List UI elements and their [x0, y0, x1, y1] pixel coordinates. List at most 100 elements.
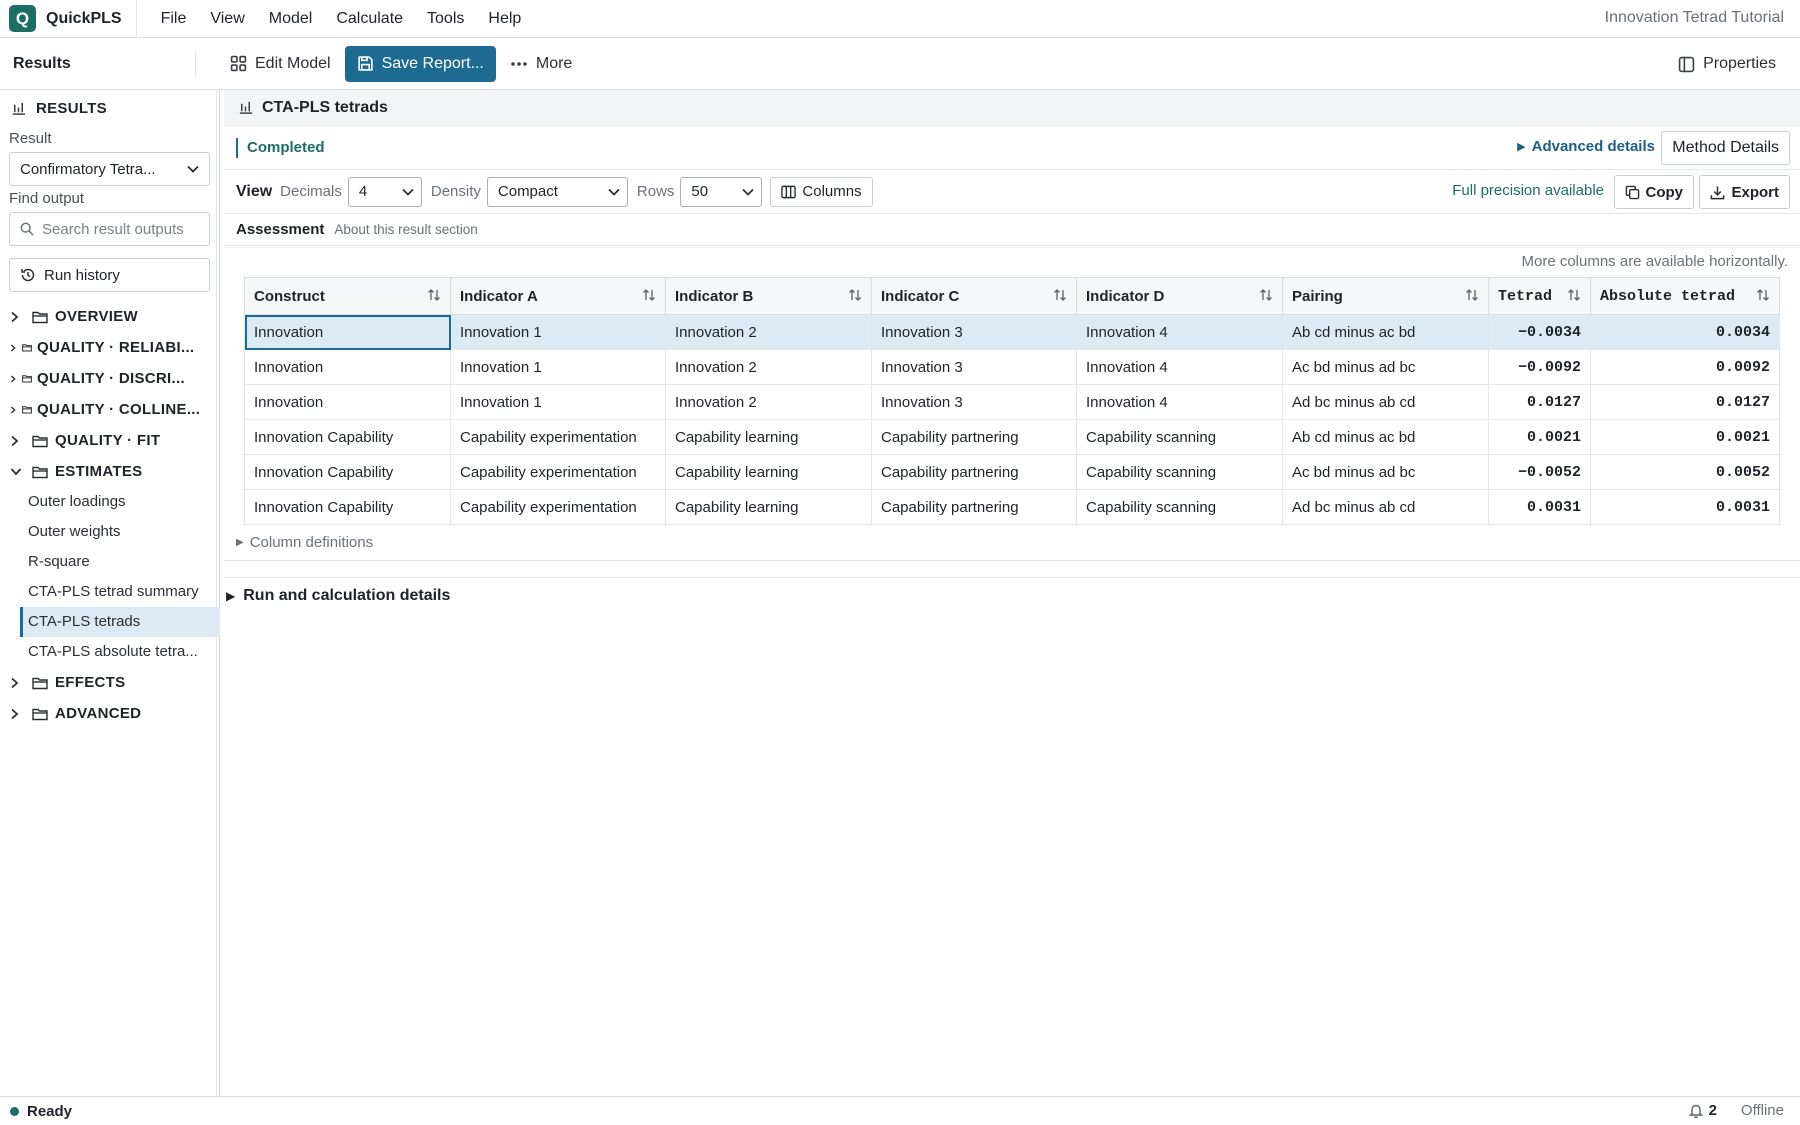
- table-row[interactable]: Innovation Capability Capability experim…: [244, 454, 1780, 490]
- columns-button[interactable]: Columns: [770, 176, 873, 207]
- table-cell[interactable]: Capability experimentation: [450, 489, 666, 525]
- table-cell[interactable]: Innovation Capability: [244, 419, 451, 455]
- tree-item-outer-loadings[interactable]: Outer loadings: [0, 487, 200, 517]
- tree-group-collinearity[interactable]: QUALITY · COLLINE...: [0, 394, 219, 425]
- properties-button[interactable]: Properties: [1668, 46, 1786, 82]
- menu-file[interactable]: File: [149, 10, 199, 28]
- assessment-about-link[interactable]: About this result section: [334, 222, 477, 237]
- table-cell[interactable]: 0.0031: [1590, 489, 1780, 525]
- table-cell[interactable]: Capability partnering: [871, 419, 1077, 455]
- table-cell[interactable]: Innovation 2: [665, 384, 872, 420]
- table-cell[interactable]: Capability partnering: [871, 489, 1077, 525]
- table-cell[interactable]: 0.0127: [1488, 384, 1591, 420]
- tree-group-fit[interactable]: QUALITY · FIT: [0, 425, 219, 456]
- table-cell[interactable]: Innovation 1: [450, 314, 666, 350]
- column-header-tetrad[interactable]: Tetrad: [1488, 277, 1591, 315]
- column-definitions-toggle[interactable]: ▶ Column definitions: [224, 525, 1800, 561]
- more-button[interactable]: More: [500, 46, 582, 82]
- tree-group-overview[interactable]: OVERVIEW: [0, 301, 219, 332]
- menu-model[interactable]: Model: [257, 10, 325, 28]
- table-cell[interactable]: Innovation 4: [1076, 384, 1283, 420]
- table-cell[interactable]: Capability scanning: [1076, 454, 1283, 490]
- table-cell[interactable]: 0.0021: [1488, 419, 1591, 455]
- tree-group-reliability[interactable]: QUALITY · RELIABI...: [0, 332, 219, 363]
- method-details-button[interactable]: Method Details: [1661, 131, 1790, 165]
- density-select[interactable]: Compact: [486, 176, 628, 207]
- table-cell[interactable]: Innovation Capability: [244, 489, 451, 525]
- table-cell[interactable]: Capability learning: [665, 489, 872, 525]
- table-cell[interactable]: Ab cd minus ac bd: [1282, 419, 1489, 455]
- tree-group-estimates[interactable]: ESTIMATES: [0, 456, 219, 487]
- tree-group-discriminant[interactable]: QUALITY · DISCRI...: [0, 363, 219, 394]
- column-header-indicator-b[interactable]: Indicator B: [665, 277, 872, 315]
- table-cell[interactable]: Innovation 3: [871, 314, 1077, 350]
- result-select[interactable]: Confirmatory Tetra...: [9, 152, 210, 186]
- edit-model-button[interactable]: Edit Model: [220, 46, 341, 82]
- tree-item-tetrad-summary[interactable]: CTA-PLS tetrad summary: [0, 577, 200, 607]
- tree-group-effects[interactable]: EFFECTS: [0, 667, 219, 698]
- table-cell[interactable]: 0.0092: [1590, 349, 1780, 385]
- tree-item-r-square[interactable]: R-square: [0, 547, 200, 577]
- table-cell[interactable]: 0.0127: [1590, 384, 1780, 420]
- table-cell[interactable]: Ad bc minus ab cd: [1282, 489, 1489, 525]
- table-cell[interactable]: Capability scanning: [1076, 419, 1283, 455]
- table-cell[interactable]: Ac bd minus ad bc: [1282, 454, 1489, 490]
- table-cell[interactable]: −0.0034: [1488, 314, 1591, 350]
- table-cell[interactable]: Innovation: [244, 314, 451, 350]
- advanced-details-toggle[interactable]: ▶ Advanced details: [1517, 138, 1655, 155]
- rows-select[interactable]: 50: [680, 176, 763, 207]
- table-cell[interactable]: Innovation 3: [871, 384, 1077, 420]
- search-outputs-input[interactable]: Search result outputs: [9, 212, 210, 246]
- table-cell[interactable]: Ac bd minus ad bc: [1282, 349, 1489, 385]
- table-cell[interactable]: Innovation: [244, 349, 451, 385]
- table-cell[interactable]: Innovation: [244, 384, 451, 420]
- table-cell[interactable]: −0.0092: [1488, 349, 1591, 385]
- table-cell[interactable]: Innovation 2: [665, 349, 872, 385]
- table-row[interactable]: Innovation Capability Capability experim…: [244, 489, 1780, 525]
- table-cell[interactable]: Capability experimentation: [450, 454, 666, 490]
- column-header-indicator-d[interactable]: Indicator D: [1076, 277, 1283, 315]
- table-cell[interactable]: Innovation Capability: [244, 454, 451, 490]
- export-button[interactable]: Export: [1699, 175, 1790, 209]
- run-details-toggle[interactable]: ▶ Run and calculation details: [224, 577, 1800, 613]
- column-header-indicator-a[interactable]: Indicator A: [450, 277, 666, 315]
- table-cell[interactable]: 0.0021: [1590, 419, 1780, 455]
- table-cell[interactable]: Capability partnering: [871, 454, 1077, 490]
- table-cell[interactable]: Innovation 1: [450, 349, 666, 385]
- decimals-select[interactable]: 4: [347, 176, 422, 207]
- column-header-indicator-c[interactable]: Indicator C: [871, 277, 1077, 315]
- table-cell[interactable]: Innovation 4: [1076, 349, 1283, 385]
- table-cell[interactable]: Innovation 1: [450, 384, 666, 420]
- run-history-button[interactable]: Run history: [9, 258, 210, 292]
- menu-calculate[interactable]: Calculate: [324, 10, 415, 28]
- table-row[interactable]: Innovation Capability Capability experim…: [244, 419, 1780, 455]
- tree-item-absolute-tetrads[interactable]: CTA-PLS absolute tetra...: [0, 637, 200, 667]
- table-row[interactable]: Innovation Innovation 1 Innovation 2 Inn…: [244, 384, 1780, 420]
- menu-view[interactable]: View: [198, 10, 256, 28]
- table-cell[interactable]: Innovation 4: [1076, 314, 1283, 350]
- table-cell[interactable]: Capability experimentation: [450, 419, 666, 455]
- table-row[interactable]: Innovation Innovation 1 Innovation 2 Inn…: [244, 349, 1780, 385]
- table-cell[interactable]: Innovation 2: [665, 314, 872, 350]
- table-cell[interactable]: Capability learning: [665, 454, 872, 490]
- table-cell[interactable]: Innovation 3: [871, 349, 1077, 385]
- column-header-pairing[interactable]: Pairing: [1282, 277, 1489, 315]
- bell-icon[interactable]: [1688, 1103, 1703, 1118]
- menu-tools[interactable]: Tools: [415, 10, 476, 28]
- column-header-construct[interactable]: Construct: [244, 277, 451, 315]
- menu-help[interactable]: Help: [476, 10, 533, 28]
- table-cell[interactable]: 0.0034: [1590, 314, 1780, 350]
- tree-group-advanced[interactable]: ADVANCED: [0, 698, 219, 729]
- table-cell[interactable]: Ab cd minus ac bd: [1282, 314, 1489, 350]
- table-cell[interactable]: −0.0052: [1488, 454, 1591, 490]
- table-row[interactable]: Innovation Innovation 1 Innovation 2 Inn…: [244, 314, 1780, 350]
- table-cell[interactable]: Capability learning: [665, 419, 872, 455]
- table-cell[interactable]: Ad bc minus ab cd: [1282, 384, 1489, 420]
- table-cell[interactable]: 0.0052: [1590, 454, 1780, 490]
- save-report-button[interactable]: Save Report...: [344, 45, 496, 82]
- tree-item-outer-weights[interactable]: Outer weights: [0, 517, 200, 547]
- copy-button[interactable]: Copy: [1613, 175, 1694, 209]
- column-header-absolute-tetrad[interactable]: Absolute tetrad: [1590, 277, 1780, 315]
- table-cell[interactable]: Capability scanning: [1076, 489, 1283, 525]
- table-cell[interactable]: 0.0031: [1488, 489, 1591, 525]
